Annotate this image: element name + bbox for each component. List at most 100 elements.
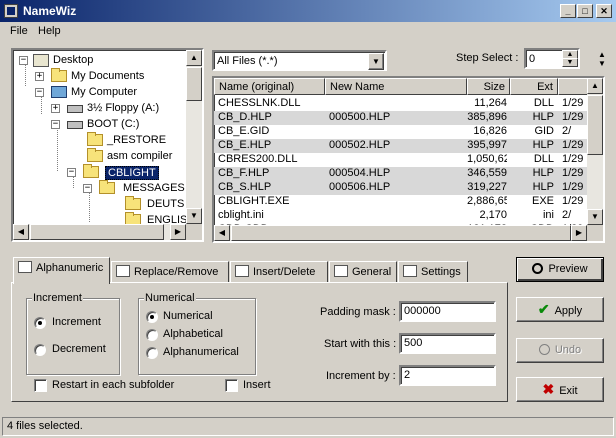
- file-row[interactable]: CB_E.HLP 000502.HLP 395,997 HLP 1/29: [214, 139, 587, 153]
- scroll-right-icon[interactable]: ▶: [170, 224, 186, 240]
- file-cell-date: 1/29: [562, 97, 584, 109]
- tab-general[interactable]: General: [329, 261, 397, 283]
- status-bar: 4 files selected.: [2, 417, 614, 436]
- expand-icon[interactable]: +: [51, 104, 60, 113]
- tree-item-restore[interactable]: _RESTORE: [13, 132, 188, 148]
- folder-tree[interactable]: − Desktop + My Documents − My Computer +…: [11, 48, 204, 242]
- file-row[interactable]: CHESSLNK.DLL 11,264 DLL 1/29: [214, 97, 587, 111]
- scroll-up-icon[interactable]: ▲: [587, 78, 603, 94]
- scroll-thumb[interactable]: [587, 95, 603, 155]
- tree-item-deuts[interactable]: DEUTS: [13, 196, 188, 212]
- tree-item-desktop[interactable]: − Desktop: [13, 52, 188, 68]
- file-row[interactable]: CBRES200.DLL 1,050,624 DLL 1/29: [214, 153, 587, 167]
- start-with-value: 500: [404, 337, 423, 349]
- arrow-up-icon[interactable]: ▲: [598, 51, 606, 59]
- scroll-corner: [587, 225, 603, 241]
- file-cell-ext: HLP: [532, 111, 554, 123]
- file-row[interactable]: CB_S.HLP 000506.HLP 319,227 HLP 1/29: [214, 181, 587, 195]
- tree-item-my-computer[interactable]: − My Computer: [13, 84, 188, 100]
- file-row[interactable]: CB_F.HLP 000504.HLP 346,559 HLP 1/29: [214, 167, 587, 181]
- undo-button[interactable]: Undo: [516, 338, 604, 363]
- scroll-down-icon[interactable]: ▼: [186, 208, 202, 224]
- column-header-date[interactable]: [558, 78, 588, 95]
- file-cell-size: 2,170: [479, 209, 507, 221]
- file-row[interactable]: CB_E.GID 16,826 GID 2/: [214, 125, 587, 139]
- tab-alphanumeric[interactable]: Alphanumeric: [13, 257, 110, 284]
- tab-insert-delete[interactable]: Insert/Delete: [230, 261, 328, 283]
- tab-settings[interactable]: Settings: [398, 261, 468, 283]
- tree-item-label: My Documents: [71, 70, 145, 82]
- menu-file[interactable]: File: [10, 25, 28, 37]
- decrement-radio[interactable]: [34, 344, 46, 356]
- restart-subfolder-checkbox[interactable]: [34, 379, 47, 392]
- tree-item-boot-drive[interactable]: − BOOT (C:): [13, 116, 188, 132]
- tab-replace-remove[interactable]: Replace/Remove: [111, 261, 229, 283]
- numerical-radio[interactable]: [146, 311, 158, 323]
- file-row[interactable]: CBLIGHT.EXE 2,886,656 EXE 1/29: [214, 195, 587, 209]
- exit-button[interactable]: ✖ Exit: [516, 377, 604, 402]
- increment-by-input[interactable]: 2: [399, 365, 496, 386]
- scroll-left-icon[interactable]: ◀: [214, 225, 230, 241]
- collapse-icon[interactable]: −: [67, 168, 76, 177]
- scroll-up-icon[interactable]: ▲: [186, 50, 202, 66]
- padding-mask-input[interactable]: 000000: [399, 301, 496, 322]
- filelist-vertical-scrollbar[interactable]: ▲ ▼: [587, 78, 603, 225]
- tree-vertical-scrollbar[interactable]: ▲ ▼: [186, 50, 202, 224]
- scroll-right-icon[interactable]: ▶: [571, 225, 587, 241]
- filelist-horizontal-scrollbar[interactable]: ◀ ▶: [214, 225, 587, 241]
- window-title: NameWiz: [23, 4, 77, 18]
- title-bar[interactable]: NameWiz _ □ ✕: [0, 0, 616, 22]
- scroll-thumb[interactable]: [231, 225, 571, 241]
- collapse-icon[interactable]: −: [35, 88, 44, 97]
- file-row[interactable]: cblight.ini 2,170 ini 2/: [214, 209, 587, 223]
- increment-by-value: 2: [404, 369, 411, 381]
- tree-item-asm-compiler[interactable]: asm compiler: [13, 148, 188, 164]
- column-header-size[interactable]: Size: [467, 78, 510, 95]
- tree-item-my-documents[interactable]: + My Documents: [13, 68, 188, 84]
- scroll-thumb[interactable]: [30, 224, 164, 240]
- scroll-down-icon[interactable]: ▼: [587, 209, 603, 225]
- tree-item-messages[interactable]: − MESSAGES: [13, 180, 188, 196]
- tree-horizontal-scrollbar[interactable]: ◀ ▶: [13, 224, 186, 240]
- numerical-groupbox: Numerical Numerical Alphabetical Alphanu…: [138, 292, 256, 375]
- menu-help[interactable]: Help: [38, 25, 61, 37]
- alphabetical-radio[interactable]: [146, 329, 158, 341]
- increment-radio[interactable]: [34, 317, 46, 329]
- collapse-icon[interactable]: −: [83, 184, 92, 193]
- file-row[interactable]: CB_D.HLP 000500.HLP 385,896 HLP 1/29: [214, 111, 587, 125]
- column-header-ext[interactable]: Ext: [510, 78, 558, 95]
- close-button[interactable]: ✕: [596, 4, 612, 18]
- scroll-thumb[interactable]: [186, 67, 202, 101]
- maximize-button[interactable]: □: [577, 4, 593, 18]
- file-list[interactable]: Name (original) New Name Size Ext CHESSL…: [212, 76, 605, 243]
- exit-label: Exit: [559, 385, 578, 397]
- column-header-new-name[interactable]: New Name: [325, 78, 467, 95]
- tree-item-label: asm compiler: [107, 150, 173, 162]
- folder-icon: [99, 180, 115, 194]
- file-filter-combo[interactable]: All Files (*.*) ▼: [212, 50, 387, 71]
- start-with-input[interactable]: 500: [399, 333, 496, 354]
- alphanumerical-radio[interactable]: [146, 347, 158, 359]
- file-cell-size: 11,264: [474, 97, 507, 109]
- preview-button[interactable]: Preview: [516, 257, 604, 282]
- collapse-icon[interactable]: −: [19, 56, 28, 65]
- tree-item-floppy[interactable]: + 3½ Floppy (A:): [13, 100, 188, 116]
- minimize-button[interactable]: _: [560, 4, 576, 18]
- column-header-name[interactable]: Name (original): [214, 78, 325, 95]
- insert-icon: [235, 265, 249, 277]
- step-arrows[interactable]: ▲ ▼: [595, 48, 609, 69]
- chevron-down-icon[interactable]: ▼: [368, 53, 384, 70]
- collapse-icon[interactable]: −: [51, 120, 60, 129]
- tree-item-label: My Computer: [71, 86, 138, 98]
- expand-icon[interactable]: +: [35, 72, 44, 81]
- arrow-down-icon[interactable]: ▼: [598, 60, 606, 68]
- apply-button[interactable]: ✔ Apply: [516, 297, 604, 322]
- tree-item-cblight[interactable]: − CBLIGHT: [13, 164, 188, 180]
- insert-checkbox[interactable]: [225, 379, 238, 392]
- step-select-input[interactable]: 0 ▲ ▼: [524, 48, 580, 69]
- apply-label: Apply: [554, 305, 583, 317]
- tree-item-label: _RESTORE: [107, 134, 167, 146]
- scroll-left-icon[interactable]: ◀: [13, 224, 29, 240]
- spin-down-icon[interactable]: ▼: [562, 58, 578, 67]
- radio-label: Alphanumerical: [163, 346, 239, 358]
